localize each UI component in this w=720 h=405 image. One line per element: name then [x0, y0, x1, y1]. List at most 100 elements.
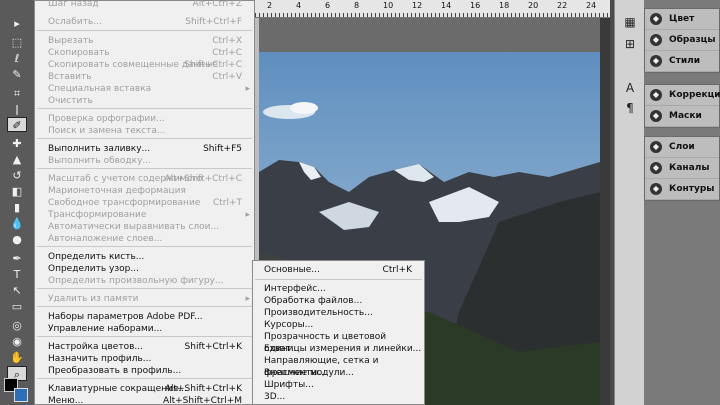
menu-item[interactable]: Специальная вставка ▸ — [35, 83, 254, 95]
lasso-tool-icon[interactable]: ℓ — [7, 51, 27, 66]
menu-item-shortcut: Shift+Ctrl+F — [185, 17, 242, 27]
menu-item[interactable]: Марионеточная деформация — [35, 185, 254, 197]
menu-item[interactable]: Меню... Alt+Shift+Ctrl+M — [35, 395, 254, 405]
ruler-number: 24 — [586, 1, 597, 10]
menu-item[interactable]: Определить кисть... — [35, 251, 254, 263]
menu-item[interactable]: Скопировать Ctrl+C — [35, 47, 254, 59]
submenu-item-label: Интерфейс... — [264, 284, 326, 294]
submenu-item[interactable]: Шрифты... — [253, 379, 424, 391]
menu-separator — [37, 306, 252, 307]
menu-separator — [255, 279, 422, 280]
brush-tool-icon[interactable]: ✐ — [7, 117, 27, 132]
menu-item[interactable]: Трансформирование ▸ — [35, 209, 254, 221]
paragraph-icon[interactable]: ¶ — [622, 100, 638, 116]
menu-item[interactable]: Выполнить обводку... — [35, 155, 254, 167]
menu-item[interactable]: Клавиатурные сокращения... Alt+Shift+Ctrl… — [35, 383, 254, 395]
menu-item[interactable]: Преобразовать в профиль... — [35, 365, 254, 377]
eyedropper-tool-icon[interactable]: ǀ — [7, 102, 27, 117]
menu-item[interactable]: Определить произвольную фигуру... — [35, 275, 254, 287]
menu-item[interactable]: Автоматически выравнивать слои... — [35, 221, 254, 233]
menu-item[interactable]: Управление наборами... — [35, 323, 254, 335]
panel-tab[interactable]: ◆ Слои — [645, 137, 719, 158]
move-tool-icon[interactable]: ▸ — [7, 16, 27, 31]
menu-item-label: Ослабить... — [48, 17, 102, 27]
submenu-item[interactable]: Курсоры... — [253, 319, 424, 331]
panel-tab[interactable]: ◆ Каналы — [645, 158, 719, 179]
marquee-tool-icon[interactable]: ⬚ — [7, 35, 27, 50]
healing-tool-icon[interactable]: ✚ — [7, 136, 27, 151]
submenu-item[interactable]: Прозрачность и цветовой охват... — [253, 331, 424, 354]
panel-group-adjustments: ◆ Коррекция ◆ Маски — [644, 84, 720, 128]
panel-tab[interactable]: ◆ Стили — [645, 51, 719, 72]
panel-tab[interactable]: ◆ Образцы — [645, 30, 719, 51]
hand-tool-icon[interactable]: ✋ — [7, 350, 27, 365]
submenu-item[interactable]: Направляющие, сетка и фрагменты... — [253, 355, 424, 378]
panel-tab-label: Слои — [669, 142, 695, 152]
menu-item[interactable]: Определить узор... — [35, 263, 254, 275]
menu-item[interactable]: Поиск и замена текста... — [35, 125, 254, 137]
menu-item[interactable]: Ослабить... Shift+Ctrl+F — [35, 16, 254, 28]
menu-separator — [37, 138, 252, 139]
menu-item[interactable]: Автоналожение слоев... — [35, 233, 254, 245]
shape-tool-icon[interactable]: ▭ — [7, 299, 27, 314]
menu-item[interactable]: Вырезать Ctrl+X — [35, 35, 254, 47]
panel-tab[interactable]: ◆ Коррекция — [645, 85, 720, 106]
menu-item[interactable]: Свободное трансформирование Ctrl+T — [35, 197, 254, 209]
menu-item[interactable]: Очистить — [35, 95, 254, 107]
menu-item-label: Скопировать — [48, 48, 110, 58]
blur-tool-icon[interactable]: 💧 — [7, 216, 27, 231]
menu-item[interactable]: Настройка цветов... Shift+Ctrl+K — [35, 341, 254, 353]
mini-bridge-icon[interactable]: ▦ — [622, 14, 638, 30]
3d-camera-tool-icon[interactable]: ◉ — [7, 334, 27, 349]
styles-icon: ◆ — [650, 55, 662, 67]
dodge-tool-icon[interactable]: ● — [7, 232, 27, 247]
menu-item[interactable]: Наборы параметров Adobe PDF... — [35, 311, 254, 323]
history-brush-icon[interactable]: ↺ — [7, 168, 27, 183]
submenu-item[interactable]: 3D... — [253, 391, 424, 403]
menu-item[interactable]: Скопировать совмещенные данные Shift+Ctrl… — [35, 59, 254, 71]
quick-select-tool-icon[interactable]: ✎ — [7, 67, 27, 82]
submenu-item[interactable]: Единицы измерения и линейки... — [253, 343, 424, 355]
menu-item-label: Определить кисть... — [48, 252, 145, 262]
panel-tab[interactable]: ◆ Маски — [645, 106, 719, 127]
menu-item-label: Свободное трансформирование — [48, 198, 201, 208]
menu-item[interactable]: Проверка орфографии... — [35, 113, 254, 125]
menu-item[interactable]: Удалить из памяти ▸ — [35, 293, 254, 305]
menu-separator — [37, 30, 252, 31]
menu-item-shortcut: Ctrl+V — [212, 72, 242, 82]
path-select-tool-icon[interactable]: ↖ — [7, 283, 27, 298]
ruler-number: 6 — [325, 1, 331, 10]
submenu-item[interactable]: Основные... Ctrl+K — [253, 264, 424, 276]
menu-item-label: Управление наборами... — [48, 324, 163, 334]
submenu-item-shortcut: Ctrl+K — [382, 265, 412, 275]
panel-tab-label: Коррекция — [669, 90, 720, 100]
menu-item[interactable]: Назначить профиль... — [35, 353, 254, 365]
submenu-item[interactable]: Внешние модули... — [253, 367, 424, 379]
menu-item-label: Марионеточная деформация — [48, 186, 186, 196]
submenu-item[interactable]: Производительность... — [253, 307, 424, 319]
gradient-tool-icon[interactable]: ▮ — [7, 200, 27, 215]
pen-tool-icon[interactable]: ✒ — [7, 251, 27, 266]
panel-tab[interactable]: ◆ Цвет — [645, 9, 719, 30]
menu-item[interactable]: Вставить Ctrl+V — [35, 71, 254, 83]
menu-item[interactable]: Выполнить заливку... Shift+F5 — [35, 143, 254, 155]
crop-tool-icon[interactable]: ⌗ — [7, 86, 27, 101]
panel-tab[interactable]: ◆ Контуры — [645, 179, 719, 200]
type-tool-icon[interactable]: T — [7, 267, 27, 282]
menu-item-label: Назначить профиль... — [48, 354, 152, 364]
submenu-item[interactable]: Обработка файлов... — [253, 295, 424, 307]
eraser-tool-icon[interactable]: ◧ — [7, 184, 27, 199]
background-color-swatch[interactable] — [14, 388, 28, 402]
history-icon[interactable]: ⊞ — [622, 36, 638, 52]
menu-separator — [37, 108, 252, 109]
menu-item[interactable]: Масштаб с учетом содержимого Alt+Shift+Ct… — [35, 173, 254, 185]
character-icon[interactable]: A — [622, 80, 638, 96]
stamp-tool-icon[interactable]: ▲ — [7, 152, 27, 167]
menu-item[interactable]: Шаг назад Alt+Ctrl+Z — [35, 0, 254, 10]
submenu-item[interactable]: Интерфейс... — [253, 283, 424, 295]
panel-tab-label: Стили — [669, 56, 701, 66]
tools-panel: ▸ ⬚ ℓ ✎ ⌗ ǀ ✐ ✚ ▲ ↺ ◧ ▮ 💧 ● ✒ T ↖ ▭ ◎ ◉ … — [0, 0, 34, 405]
3d-tool-icon[interactable]: ◎ — [7, 318, 27, 333]
menu-item-label: Вставить — [48, 72, 92, 82]
submenu-arrow-icon: ▸ — [245, 210, 250, 220]
